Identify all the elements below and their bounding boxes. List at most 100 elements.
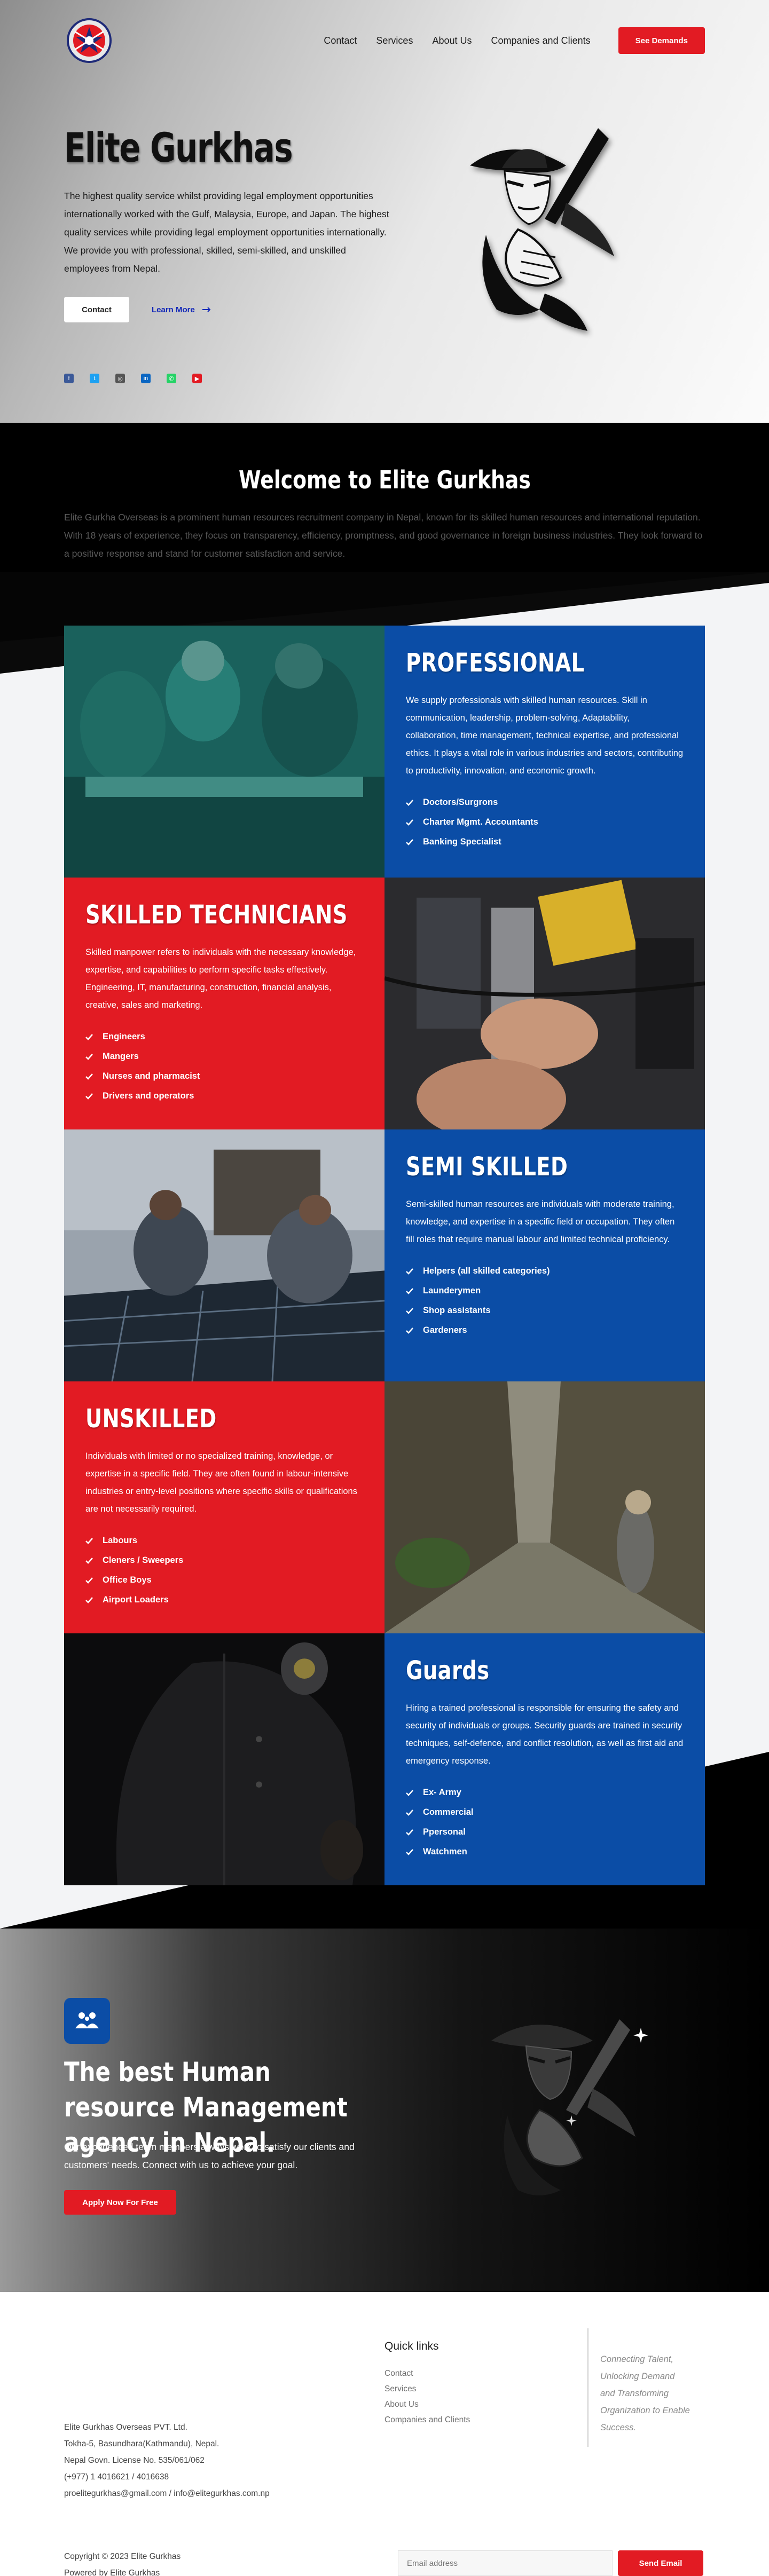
list-item: Engineers xyxy=(85,1027,363,1047)
list-item: Office Boys xyxy=(85,1570,363,1590)
header: Contact Services About Us Companies and … xyxy=(64,18,705,63)
company-location: Tokha-5, Basundhara(Kathmandu), Nepal. xyxy=(64,2439,219,2448)
semi-skilled-card: SEMI SKILLED Semi-skilled human resource… xyxy=(384,1129,705,1381)
phone-numbers: (+977) 1 4016621 / 4016638 xyxy=(64,2472,169,2482)
people-icon xyxy=(64,1998,110,2044)
list-item: Watchmen xyxy=(406,1842,684,1862)
guards-card: Guards Hiring a trained professional is … xyxy=(384,1633,705,1885)
contact-button[interactable]: Contact xyxy=(64,297,129,322)
check-icon xyxy=(406,1789,413,1796)
list-item: Labours xyxy=(85,1531,363,1551)
check-icon xyxy=(406,1848,413,1855)
instagram-icon[interactable]: ◎ xyxy=(115,374,125,383)
social-links: f t ◎ in ✆ ▶ xyxy=(64,374,202,383)
surgeons-photo xyxy=(64,626,384,878)
logo[interactable] xyxy=(64,15,114,66)
service-list: Engineers Mangers Nurses and pharmacist … xyxy=(85,1027,363,1106)
check-icon xyxy=(406,1829,413,1836)
check-icon xyxy=(85,1033,93,1040)
whatsapp-icon[interactable]: ✆ xyxy=(167,374,176,383)
service-list: Labours Cleners / Sweepers Office Boys A… xyxy=(85,1531,363,1610)
check-icon xyxy=(85,1577,93,1584)
cta-text: Our experienced team members always work… xyxy=(64,2142,355,2170)
quick-links: Contact Services About Us Companies and … xyxy=(384,2366,470,2428)
learn-more-link[interactable]: Learn More xyxy=(152,305,211,314)
list-item: Nurses and pharmacist xyxy=(85,1066,363,1086)
list-item: Doctors/Surgrons xyxy=(406,793,684,812)
company-address: Elite Gurkhas Overseas PVT. Ltd. Tokha-5… xyxy=(64,2419,270,2502)
hero-section: Contact Services About Us Companies and … xyxy=(0,0,769,423)
rooftop-workers-photo xyxy=(64,1129,384,1381)
list-item: Charter Mgmt. Accountants xyxy=(406,812,684,832)
welcome-section: Welcome to Elite Gurkhas Elite Gurkha Ov… xyxy=(0,423,769,572)
license-number: Nepal Govn. License No. 535/061/062 xyxy=(64,2456,205,2465)
see-demands-button[interactable]: See Demands xyxy=(618,27,705,54)
welcome-title: Welcome to Elite Gurkhas xyxy=(238,465,531,494)
cta-section: The best Human resource Management agenc… xyxy=(0,1929,769,2292)
list-item: Ex- Army xyxy=(406,1783,684,1803)
service-description: Skilled manpower refers to individuals w… xyxy=(85,947,356,1010)
footer-link-contact[interactable]: Contact xyxy=(384,2366,470,2381)
send-email-button[interactable]: Send Email xyxy=(618,2550,703,2576)
nav-companies-clients[interactable]: Companies and Clients xyxy=(491,35,591,46)
learn-more-label: Learn More xyxy=(152,305,195,314)
nav-contact[interactable]: Contact xyxy=(324,35,357,46)
list-item: Shop assistants xyxy=(406,1301,684,1321)
check-icon xyxy=(85,1053,93,1060)
service-row: UNSKILLED Individuals with limited or no… xyxy=(64,1381,705,1633)
list-item: Gardeners xyxy=(406,1321,684,1340)
gurkha-warrior-dark-illustration xyxy=(491,2019,648,2195)
company-name: Elite Gurkhas Overseas PVT. Ltd. xyxy=(64,2423,187,2432)
check-icon xyxy=(406,1268,413,1275)
service-list: Doctors/Surgrons Charter Mgmt. Accountan… xyxy=(406,793,684,852)
service-row: SKILLED TECHNICIANS Skilled manpower ref… xyxy=(64,878,705,1129)
copyright-block: Copyright © 2023 Elite Gurkhas Powered b… xyxy=(64,2548,181,2576)
services-section: PROFESSIONAL We supply professionals wit… xyxy=(0,572,769,1929)
service-title: SEMI SKILLED xyxy=(406,1152,568,1182)
check-icon xyxy=(406,1809,413,1816)
footer-link-services[interactable]: Services xyxy=(384,2381,470,2397)
service-title: UNSKILLED xyxy=(85,1404,217,1434)
list-item: Launderymen xyxy=(406,1281,684,1301)
footer-link-about-us[interactable]: About Us xyxy=(384,2397,470,2412)
apply-now-button[interactable]: Apply Now For Free xyxy=(64,2190,176,2215)
powered-by-text: Powered by Elite Gurkhas xyxy=(64,2569,160,2576)
list-item: Airport Loaders xyxy=(85,1590,363,1610)
gurkha-warrior-illustration xyxy=(470,128,614,331)
service-description: Individuals with limited or no specializ… xyxy=(85,1451,357,1514)
email-input[interactable] xyxy=(398,2550,613,2576)
check-icon xyxy=(406,839,413,846)
newsletter-form: Send Email xyxy=(398,2550,703,2576)
electrical-work-photo xyxy=(384,878,705,1129)
check-icon xyxy=(406,1287,413,1294)
list-item: Mangers xyxy=(85,1047,363,1066)
service-description: Hiring a trained professional is respons… xyxy=(406,1703,684,1766)
check-icon xyxy=(406,1307,413,1314)
hero-description: The highest quality service whilst provi… xyxy=(64,191,389,274)
service-description: We supply professionals with skilled hum… xyxy=(406,696,684,776)
list-item: Ppersonal xyxy=(406,1822,684,1842)
email-addresses: proelitegurkhas@gmail.com / info@elitegu… xyxy=(64,2489,270,2498)
check-icon xyxy=(406,819,413,826)
twitter-icon[interactable]: t xyxy=(90,374,99,383)
service-list: Ex- Army Commercial Ppersonal Watchmen xyxy=(406,1783,684,1862)
service-row: Guards Hiring a trained professional is … xyxy=(64,1633,705,1885)
check-icon xyxy=(85,1557,93,1564)
nav-services[interactable]: Services xyxy=(376,35,413,46)
nav-about-us[interactable]: About Us xyxy=(432,35,472,46)
check-icon xyxy=(406,1327,413,1334)
linkedin-icon[interactable]: in xyxy=(141,374,151,383)
street-sweeper-photo xyxy=(384,1381,705,1633)
main-nav: Contact Services About Us Companies and … xyxy=(324,27,705,54)
copyright-text: Copyright © 2023 Elite Gurkhas xyxy=(64,2552,181,2561)
security-guard-photo xyxy=(64,1633,384,1885)
footer-link-companies-clients[interactable]: Companies and Clients xyxy=(384,2412,470,2428)
service-description: Semi-skilled human resources are individ… xyxy=(406,1199,675,1244)
divider xyxy=(587,2328,588,2447)
facebook-icon[interactable]: f xyxy=(64,374,74,383)
check-icon xyxy=(85,1597,93,1603)
list-item: Drivers and operators xyxy=(85,1086,363,1106)
check-icon xyxy=(85,1093,93,1100)
welcome-text: Elite Gurkha Overseas is a prominent hum… xyxy=(64,512,703,559)
youtube-icon[interactable]: ▶ xyxy=(192,374,202,383)
